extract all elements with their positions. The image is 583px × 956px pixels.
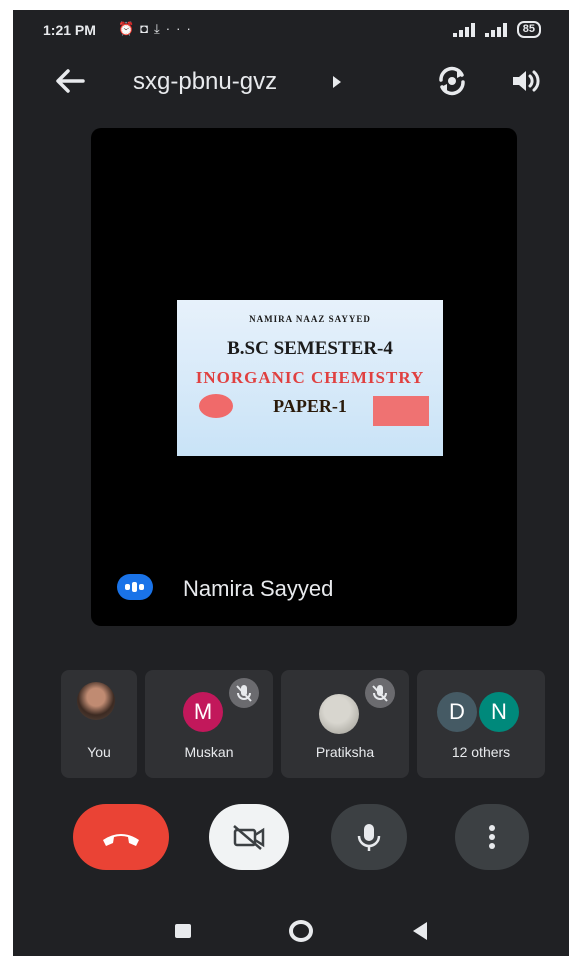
avatar: N [479, 692, 519, 732]
slide-author: NAMIRA NAAZ SAYYED [249, 314, 371, 324]
participant-name: Pratiksha [315, 744, 375, 760]
end-call-button[interactable] [73, 804, 169, 870]
main-video-tile[interactable]: NAMIRA NAAZ SAYYED B.SC SEMESTER-4 INORG… [91, 128, 517, 626]
slide-paper: PAPER-1 [273, 396, 347, 416]
slide-course: B.SC SEMESTER-4 [227, 338, 393, 359]
recents-nav-icon[interactable] [175, 924, 191, 938]
participant-name: Muskan [184, 744, 234, 760]
back-nav-icon[interactable] [413, 922, 427, 940]
home-nav-icon[interactable] [289, 920, 313, 942]
avatar: M [183, 692, 223, 732]
participant-name: You [87, 744, 111, 760]
speaker-name: Namira Sayyed [183, 576, 334, 601]
caret-right-icon[interactable] [333, 76, 341, 88]
phone-screen: 1:21 PM ⏰◘⤓··· 85 sxg-pbnu-gvz NAMIRA NA… [13, 10, 569, 956]
battery-icon: 85 [516, 21, 541, 38]
more-options-button[interactable] [455, 804, 529, 870]
participant-name: 12 others [451, 744, 511, 760]
more-dots-icon: ··· [165, 21, 197, 36]
slide-subject: INORGANIC CHEMISTRY [195, 368, 425, 387]
participant-tile-you[interactable]: You [61, 670, 137, 778]
shared-slide: NAMIRA NAAZ SAYYED B.SC SEMESTER-4 INORG… [177, 300, 443, 456]
status-right: 85 [452, 21, 541, 38]
meeting-code[interactable]: sxg-pbnu-gvz [133, 68, 277, 96]
alarm-icon: ⏰ [118, 21, 141, 36]
mic-off-icon [229, 678, 259, 708]
more-vert-icon [489, 825, 495, 849]
participant-tile-pratiksha[interactable]: Pratiksha [281, 670, 409, 778]
switch-camera-icon[interactable] [435, 64, 469, 98]
end-call-icon [103, 834, 139, 846]
avatar [319, 694, 359, 734]
speaker-icon[interactable] [509, 66, 541, 96]
status-bar: 1:21 PM ⏰◘⤓··· 85 [13, 10, 569, 50]
microphone-button[interactable] [331, 804, 407, 870]
camera-off-icon [233, 825, 265, 850]
download-icon: ⤓ [154, 21, 166, 36]
signal-icon [452, 22, 477, 37]
camera-icon: ◘ [140, 21, 155, 36]
status-time: 1:21 PM [43, 22, 96, 38]
microphone-icon [357, 824, 381, 851]
signal-icon [484, 22, 509, 37]
avatar [77, 682, 115, 720]
avatar: D [437, 692, 477, 732]
mic-off-icon [365, 678, 395, 708]
back-arrow-icon[interactable] [53, 66, 87, 96]
participant-tile-muskan[interactable]: M Muskan [145, 670, 273, 778]
meeting-header: sxg-pbnu-gvz [13, 58, 569, 104]
notification-icons: ⏰◘⤓··· [118, 21, 197, 37]
audio-level-icon [117, 574, 153, 600]
participant-tile-others[interactable]: D N 12 others [417, 670, 545, 778]
camera-toggle-button[interactable] [209, 804, 289, 870]
